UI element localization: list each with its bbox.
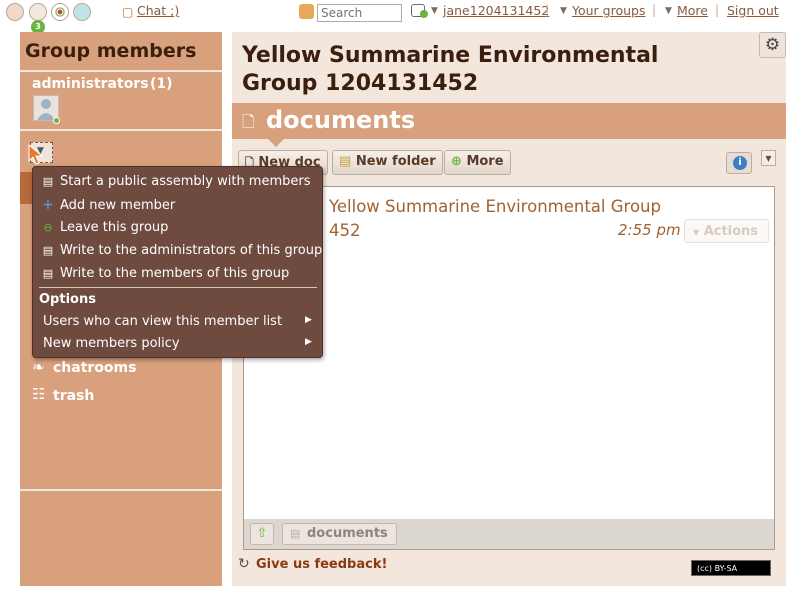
page-title: Yellow Summarine Environmental Group 120… xyxy=(242,43,659,96)
globe-icon[interactable] xyxy=(73,3,91,21)
chevron-down-icon: ▼ xyxy=(693,228,700,237)
username-link[interactable]: jane1204131452 xyxy=(443,3,549,18)
plus-circle-icon: ⊕ xyxy=(451,154,462,169)
online-status-icon xyxy=(420,10,428,18)
menu-item-write-members[interactable]: ▤ Write to the members of this group xyxy=(41,266,289,281)
info-icon: i xyxy=(733,156,747,170)
document-timestamp: 2:55 pm xyxy=(618,221,681,239)
gear-icon: ⚙ xyxy=(764,35,781,55)
options-heading: Options xyxy=(39,292,96,307)
document-icon: ▤ xyxy=(42,244,54,257)
section-title: documents xyxy=(266,106,416,134)
chevron-down-icon[interactable]: ▼ xyxy=(665,6,672,16)
menu-item-leave-group[interactable]: ⊖ Leave this group xyxy=(41,220,168,235)
sign-out-link[interactable]: Sign out xyxy=(727,3,779,18)
document-icon: ▤ xyxy=(42,267,54,280)
new-folder-button[interactable]: ▤ New folder xyxy=(332,150,443,175)
actions-button[interactable]: ▼ Actions xyxy=(684,219,769,243)
trash-icon: ☷ xyxy=(32,385,46,403)
up-arrow-icon: ⇧ xyxy=(256,526,268,541)
feedback-link[interactable]: Give us feedback! xyxy=(256,557,387,572)
refresh-icon: ↻ xyxy=(238,556,250,572)
menu-item-label: Add new member xyxy=(60,198,176,213)
chevron-down-icon[interactable]: ▼ xyxy=(431,6,438,16)
selected-indicator xyxy=(20,172,32,204)
assembly-icon: ▤ xyxy=(42,175,54,188)
breadcrumb[interactable]: ▤ documents xyxy=(282,523,397,545)
license-badge[interactable]: (cc) BY-SA xyxy=(691,560,771,576)
administrators-label[interactable]: administrators xyxy=(32,76,149,92)
minus-circle-icon: ⊖ xyxy=(43,221,53,234)
divider xyxy=(20,70,222,72)
sidebar-title: Group members xyxy=(25,40,197,62)
member-actions-menu: ▤ Start a public assembly with members + A… xyxy=(32,166,323,358)
chat-icon[interactable]: ▢ xyxy=(122,5,133,19)
sidebar-item-trash[interactable]: trash xyxy=(53,388,94,404)
separator: | xyxy=(652,3,657,17)
online-status-icon xyxy=(53,117,60,124)
document-list-footer: ⇧ ▤ documents xyxy=(244,519,774,549)
info-button[interactable]: i xyxy=(726,152,752,174)
new-folder-label: New folder xyxy=(355,154,436,169)
document-icon: 🗋 xyxy=(242,112,255,131)
search-input[interactable] xyxy=(317,4,402,22)
chat-link[interactable]: Chat ;) xyxy=(137,3,179,18)
your-groups-link[interactable]: Your groups xyxy=(572,3,645,18)
administrators-count: (1) xyxy=(150,76,173,92)
menu-item-label: Leave this group xyxy=(60,220,169,235)
menu-item-add-member[interactable]: + Add new member xyxy=(41,197,175,213)
separator: | xyxy=(545,3,550,17)
menu-item-label: Write to the members of this group xyxy=(60,266,290,281)
section-header: 🗋 documents xyxy=(232,103,786,139)
submenu-new-members-policy[interactable]: New members policy xyxy=(43,336,180,351)
document-link[interactable]: Yellow Summarine Environmental Group xyxy=(329,197,661,216)
document-link-continued[interactable]: 452 xyxy=(329,221,361,240)
up-folder-button[interactable]: ⇧ xyxy=(250,523,274,545)
top-bar: 3 ▢ Chat ;) ▼ jane1204131452 | ▼ Your gr… xyxy=(0,0,806,34)
divider xyxy=(20,129,222,131)
breadcrumb-label: documents xyxy=(307,526,388,541)
more-link[interactable]: More xyxy=(677,3,708,18)
menu-divider xyxy=(39,287,317,288)
chevron-right-icon: ▶ xyxy=(305,315,312,325)
more-button[interactable]: ⊕ More xyxy=(444,150,511,175)
menu-item-label: Write to the administrators of this grou… xyxy=(60,243,323,258)
sidebar-item-chatrooms[interactable]: chatrooms xyxy=(53,360,136,376)
search-icon[interactable] xyxy=(299,4,314,19)
chevron-down-icon[interactable]: ▼ xyxy=(560,6,567,16)
divider xyxy=(20,489,222,491)
section-notch xyxy=(268,139,284,147)
menu-item-write-admins[interactable]: ▤ Write to the administrators of this gro… xyxy=(41,243,322,258)
groups-icon[interactable] xyxy=(51,3,69,21)
menu-item-start-assembly[interactable]: ▤ Start a public assembly with members xyxy=(41,174,311,189)
separator: | xyxy=(715,3,720,17)
folder-icon: ▤ xyxy=(290,527,301,540)
menu-item-label: Start a public assembly with members xyxy=(60,174,311,189)
actions-label: Actions xyxy=(703,224,759,239)
chatrooms-icon: ❧ xyxy=(32,358,45,376)
view-options-dropdown[interactable]: ▼ xyxy=(761,150,776,166)
home-icon[interactable] xyxy=(6,3,24,21)
chevron-right-icon: ▶ xyxy=(305,337,312,347)
submenu-view-permissions[interactable]: Users who can view this member list xyxy=(43,314,282,329)
plus-icon: + xyxy=(42,197,54,213)
mouse-cursor-icon xyxy=(28,144,44,165)
folder-icon: ▤ xyxy=(339,154,352,169)
more-label: More xyxy=(466,154,504,169)
settings-button[interactable]: ⚙ xyxy=(759,32,786,58)
notifications-icon[interactable] xyxy=(29,3,47,21)
